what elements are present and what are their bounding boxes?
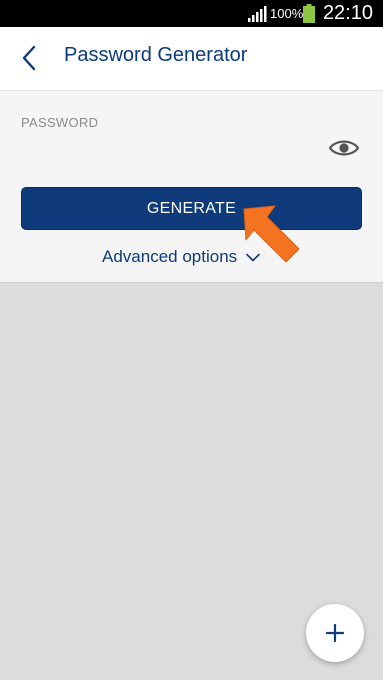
advanced-options-toggle[interactable]: Advanced options bbox=[102, 245, 260, 269]
password-label: PASSWORD bbox=[21, 115, 99, 130]
generate-button[interactable]: GENERATE bbox=[21, 187, 362, 230]
clock: 22:10 bbox=[322, 2, 373, 24]
chevron-left-icon bbox=[22, 45, 36, 71]
status-bar: 100% 22:10 bbox=[0, 0, 383, 27]
toggle-visibility-button[interactable] bbox=[327, 135, 361, 161]
battery-percent: 100% bbox=[270, 6, 304, 21]
plus-icon bbox=[326, 624, 344, 642]
app-bar: Password Generator bbox=[0, 27, 383, 91]
add-fab-button[interactable] bbox=[306, 604, 364, 662]
password-field[interactable] bbox=[21, 137, 311, 161]
back-button[interactable] bbox=[12, 39, 46, 77]
eye-icon bbox=[328, 140, 360, 156]
advanced-options-label: Advanced options bbox=[102, 247, 238, 266]
chevron-down-icon bbox=[246, 253, 260, 261]
signal-icon bbox=[248, 6, 267, 22]
page-title: Password Generator bbox=[64, 44, 248, 66]
battery-icon bbox=[303, 4, 315, 23]
generator-panel: PASSWORD GENERATE Advanced options bbox=[0, 91, 383, 283]
